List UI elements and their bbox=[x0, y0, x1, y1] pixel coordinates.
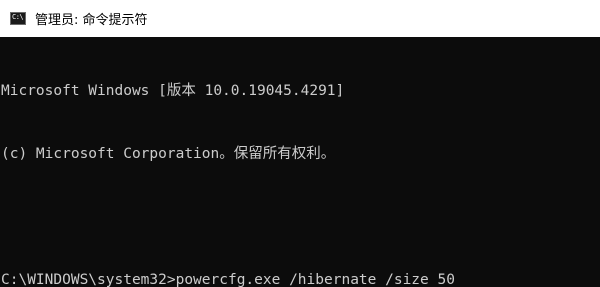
console-line-copyright: (c) Microsoft Corporation。保留所有权利。 bbox=[1, 146, 336, 162]
cmd-icon-glyph: C:\ bbox=[12, 13, 24, 21]
title-bar[interactable]: C:\ 管理员: 命令提示符 bbox=[0, 0, 600, 37]
cmd-icon: C:\ bbox=[10, 12, 26, 25]
command-prompt-window: C:\ 管理员: 命令提示符 Microsoft Windows [版本 10.… bbox=[0, 0, 600, 287]
window-title: 管理员: 命令提示符 bbox=[35, 13, 148, 28]
console-line-command[interactable]: C:\WINDOWS\system32>powercfg.exe /hibern… bbox=[1, 270, 600, 287]
console-output[interactable]: Microsoft Windows [版本 10.0.19045.4291] (… bbox=[0, 37, 600, 287]
console-line-version: Microsoft Windows [版本 10.0.19045.4291] bbox=[1, 83, 345, 99]
